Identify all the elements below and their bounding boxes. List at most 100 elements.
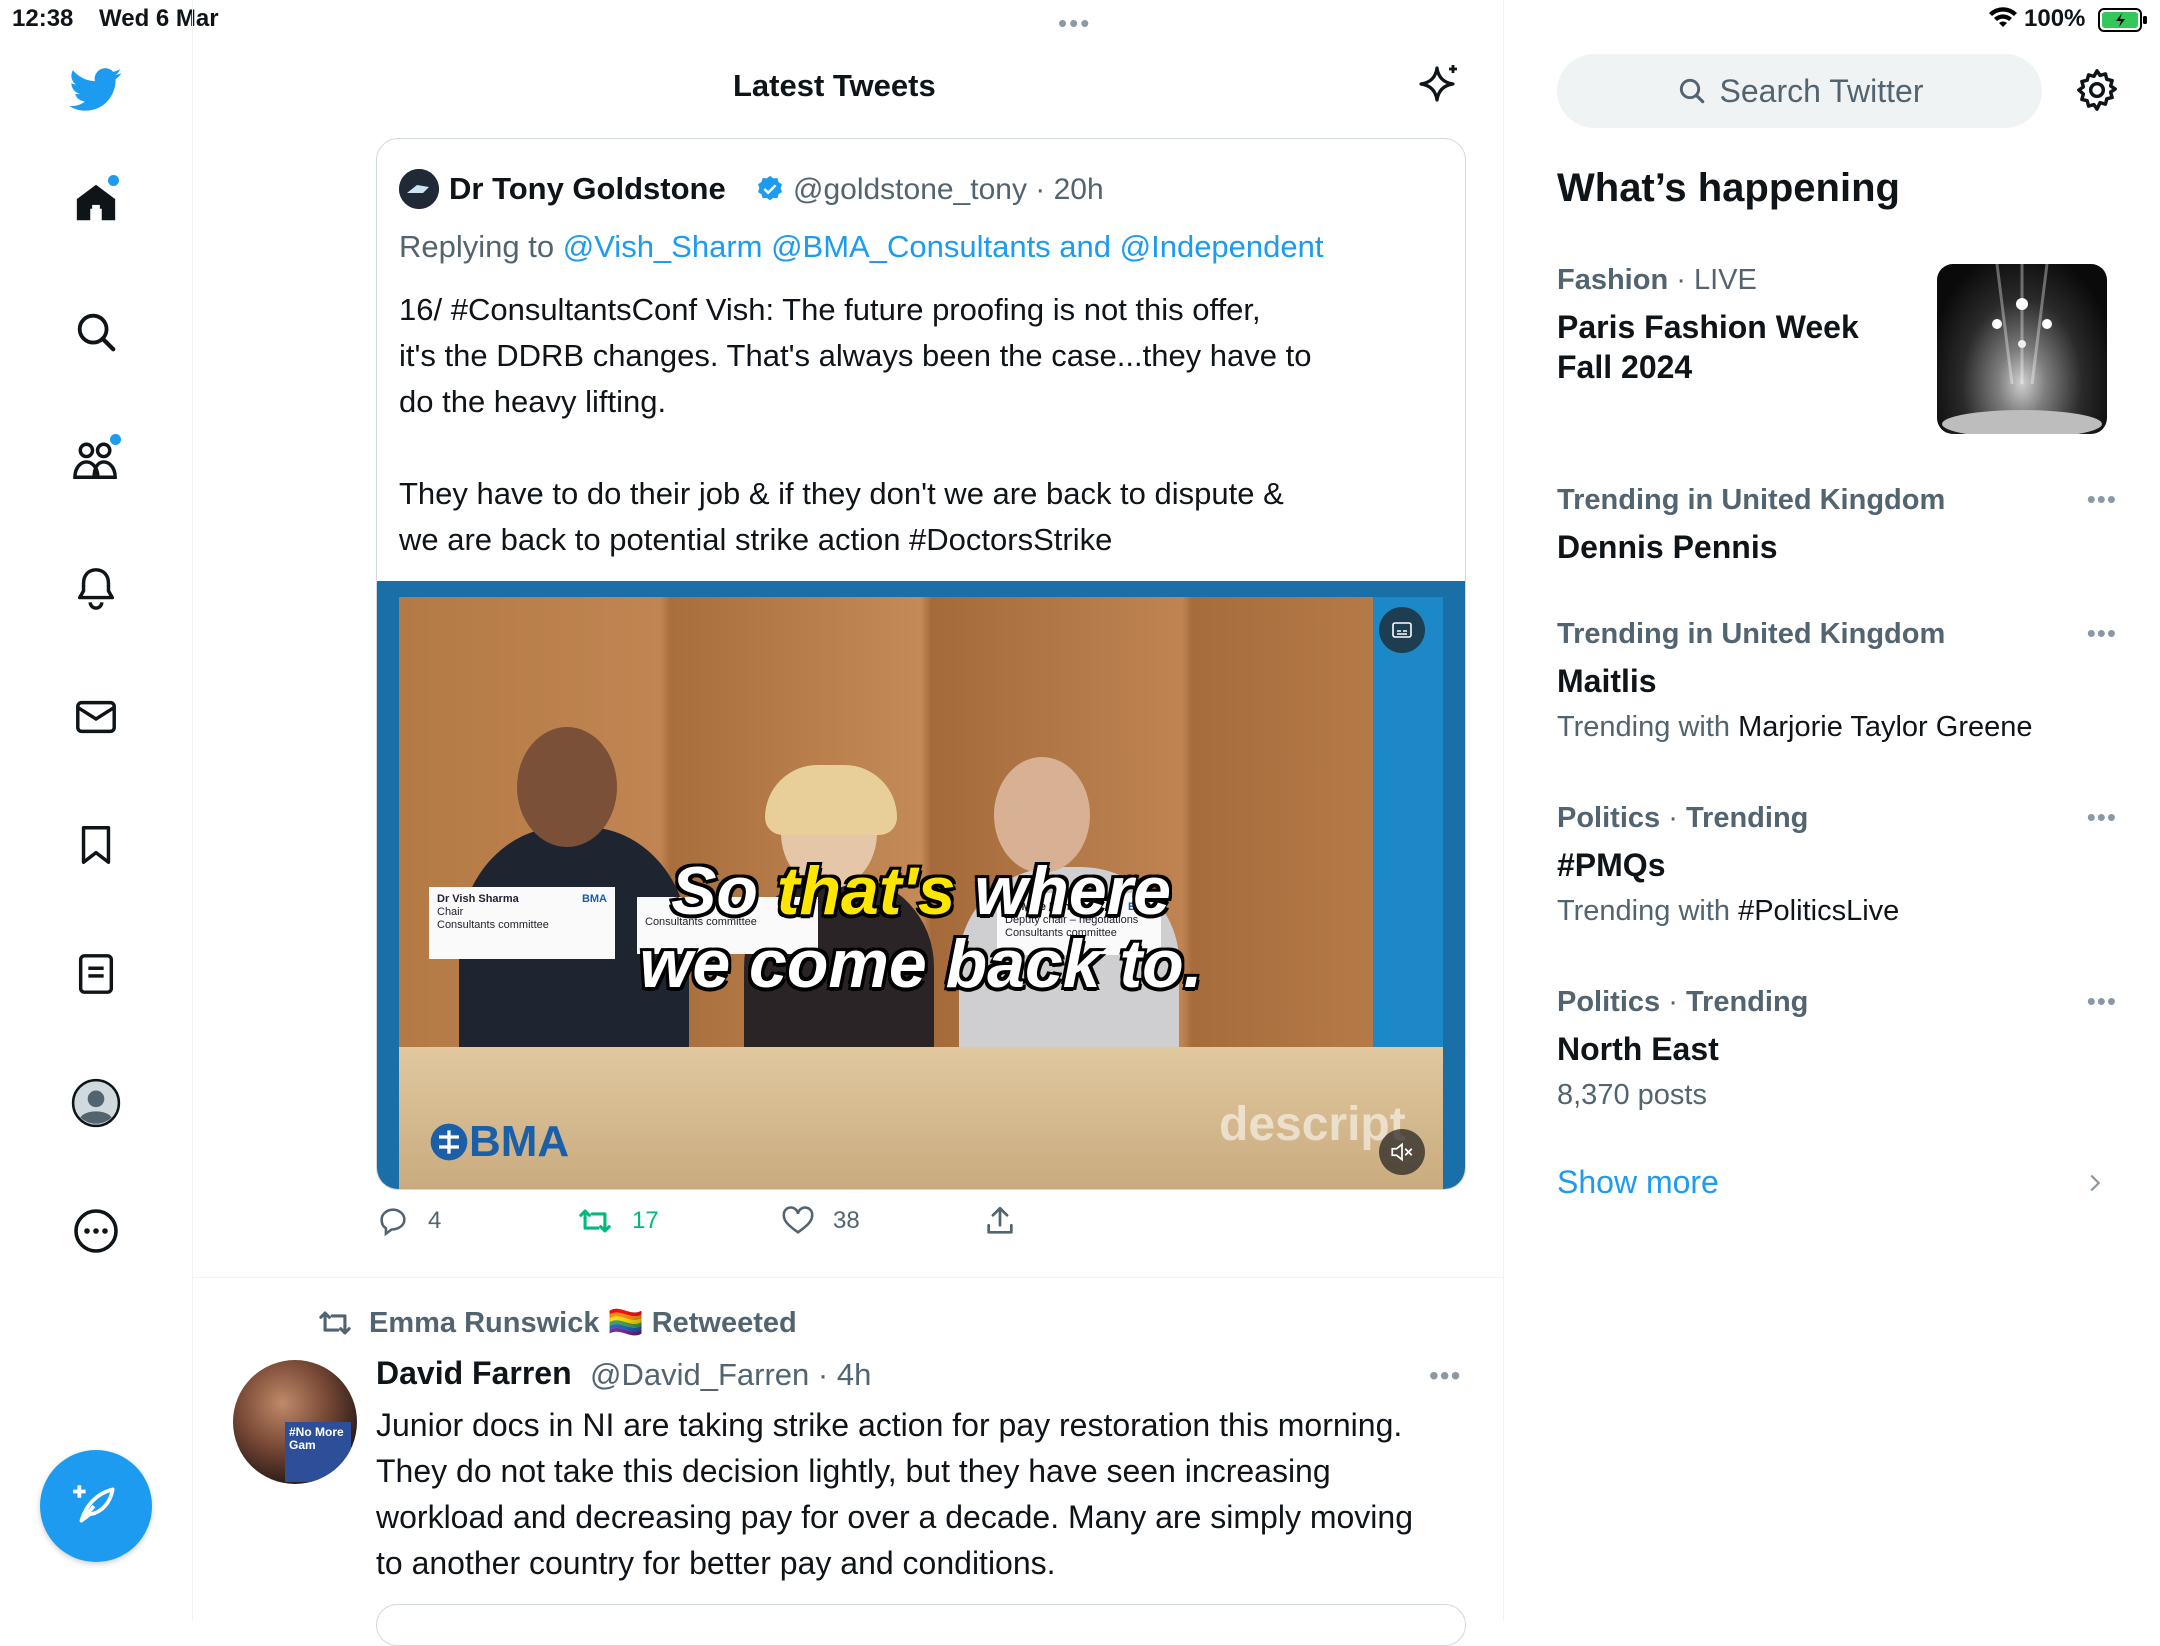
search-icon[interactable] (66, 302, 126, 362)
trend-sub-prefix: Trending with (1557, 895, 1739, 927)
trend-name: Paris Fashion Week Fall 2024 (1557, 309, 1859, 385)
trend-more-icon[interactable]: ••• (2087, 484, 2117, 515)
timeline-column: Latest Tweets Dr Tony Goldstone @goldsto… (193, 0, 1504, 1646)
alt-text-icon[interactable] (1379, 607, 1425, 653)
twitter-logo-icon[interactable] (66, 60, 126, 120)
author-name[interactable]: Dr Tony Goldstone (449, 171, 726, 207)
home-notification-dot (108, 175, 119, 186)
chevron-right-icon[interactable] (2084, 1168, 2106, 1203)
trend-item[interactable]: Politics · Trending #PMQs Trending with … (1557, 802, 2117, 928)
messages-icon[interactable] (66, 687, 126, 747)
mute-icon[interactable] (1379, 1129, 1425, 1175)
compose-button[interactable] (40, 1450, 152, 1562)
reply-button[interactable]: 4 (376, 1204, 441, 1238)
trend-post-count: 8,370 posts (1557, 1079, 1707, 1111)
trend-item[interactable]: Politics · Trending North East 8,370 pos… (1557, 986, 2117, 1112)
trend-category: Trending in United Kingdom (1557, 618, 1946, 650)
gear-icon[interactable] (2074, 67, 2120, 118)
whats-happening-title: What’s happening (1557, 166, 1900, 210)
trend-name: North East (1557, 1031, 1719, 1067)
search-icon (1679, 78, 1704, 104)
tweet-text: Junior docs in NI are taking strike acti… (376, 1407, 1413, 1581)
video-frame[interactable]: Dr Vish Sharma Chair Consultants committee… (399, 597, 1443, 1189)
share-icon (987, 1206, 1013, 1234)
share-button[interactable] (983, 1204, 1017, 1238)
replying-mentions[interactable]: @Vish_Sharm @BMA_Consultants and @Indepe… (563, 229, 1324, 264)
trend-name: #PMQs (1557, 847, 1666, 883)
like-count: 38 (833, 1207, 860, 1234)
avatar[interactable]: #No More Gam (233, 1360, 357, 1484)
author-handle[interactable]: @David_Farren (590, 1357, 809, 1392)
page-title: Latest Tweets (733, 68, 936, 103)
trend-more-icon[interactable]: ••• (2087, 618, 2117, 649)
show-more-link[interactable]: Show more (1557, 1164, 1719, 1201)
tweet-more-icon[interactable]: ••• (1429, 1360, 1461, 1392)
speaker-head (517, 727, 617, 847)
tweet-time: 4h (836, 1357, 872, 1392)
video-caption-line-1: So that's where (399, 852, 1443, 930)
avatar-badge: #No More Gam (285, 1422, 351, 1482)
search-placeholder: Search Twitter (1719, 72, 1924, 109)
author-handle-time: @David_Farren · 4h (590, 1357, 872, 1392)
right-sidebar: Search Twitter What’s happening Fashion … (1504, 0, 2160, 1620)
compose-icon (71, 1479, 121, 1534)
retweet-button[interactable]: 17 (576, 1204, 659, 1238)
caption-highlight: that's (776, 853, 956, 929)
notifications-icon[interactable] (66, 558, 126, 618)
left-navigation (0, 0, 193, 1620)
communities-notification-dot (110, 434, 121, 445)
author-handle[interactable]: @goldstone_tony (793, 173, 1027, 206)
timeline-header: Latest Tweets (193, 50, 1503, 130)
trend-sub-value: #PoliticsLive (1738, 895, 1900, 927)
retweet-icon (579, 1209, 611, 1233)
replying-to: Replying to @Vish_Sharm @BMA_Consultants… (399, 229, 1324, 265)
trend-sub: Trending with #PoliticsLive (1557, 895, 2117, 928)
trend-sub-value: Marjorie Taylor Greene (1738, 711, 2033, 743)
trend-item[interactable]: Trending in United Kingdom Dennis Pennis… (1557, 484, 2117, 567)
reply-icon (380, 1208, 406, 1237)
quoted-tweet-card[interactable]: Dr Tony Goldstone @goldstone_tony · 20h … (376, 138, 1466, 1190)
bma-logo-text: BMA (469, 1117, 570, 1166)
trend-category: Politics (1557, 802, 1661, 834)
bookmarks-icon[interactable] (66, 815, 126, 875)
communities-icon[interactable] (66, 430, 126, 490)
tweet-media-card[interactable] (376, 1604, 1466, 1646)
trend-category: Politics (1557, 986, 1661, 1018)
retweet-icon (319, 1311, 351, 1335)
lists-icon[interactable] (66, 944, 126, 1004)
tweet-time: 20h (1053, 173, 1104, 206)
like-button[interactable]: 38 (781, 1204, 860, 1238)
video-player[interactable]: Dr Vish Sharma Chair Consultants committee… (377, 581, 1465, 1189)
bma-logo: BMA (429, 1117, 569, 1167)
tweet-divider (193, 1277, 1503, 1278)
trend-category: Fashion (1557, 264, 1669, 296)
verified-icon (755, 174, 785, 209)
retweet-count: 17 (632, 1207, 659, 1234)
trend-qualifier: LIVE (1693, 264, 1757, 296)
more-icon[interactable] (66, 1201, 126, 1261)
trend-category: Trending in United Kingdom (1557, 484, 1946, 516)
trend-qualifier: Trending (1685, 802, 1809, 834)
tweet-text: 16/ #ConsultantsConf Vish: The future pr… (399, 292, 1312, 557)
caption-text: So (671, 853, 777, 929)
profile-icon[interactable] (66, 1073, 126, 1133)
reply-count: 4 (428, 1207, 442, 1234)
author-handle-time: @goldstone_tony · 20h (793, 173, 1104, 206)
avatar[interactable] (399, 169, 439, 209)
sparkle-icon[interactable] (1415, 62, 1463, 115)
replying-prefix: Replying to (399, 229, 555, 264)
author-name[interactable]: David Farren (376, 1355, 572, 1392)
descript-watermark: descript (1219, 1098, 1406, 1151)
video-caption-line-2: we come back to. (639, 926, 1203, 1002)
like-icon (782, 1206, 814, 1234)
home-icon[interactable] (66, 173, 126, 233)
panelist-hair (765, 765, 897, 835)
trend-more-icon[interactable]: ••• (2087, 986, 2117, 1017)
trend-more-icon[interactable]: ••• (2087, 802, 2117, 833)
trend-name: Dennis Pennis (1557, 529, 1778, 565)
trend-sub: Trending with Marjorie Taylor Greene (1557, 711, 2117, 744)
search-input[interactable]: Search Twitter (1557, 54, 2042, 128)
retweeted-by[interactable]: Emma Runswick 🏳️‍🌈 Retweeted (315, 1306, 797, 1340)
trend-image[interactable] (1937, 264, 2107, 434)
trend-item[interactable]: Trending in United Kingdom Maitlis Trend… (1557, 618, 2117, 744)
